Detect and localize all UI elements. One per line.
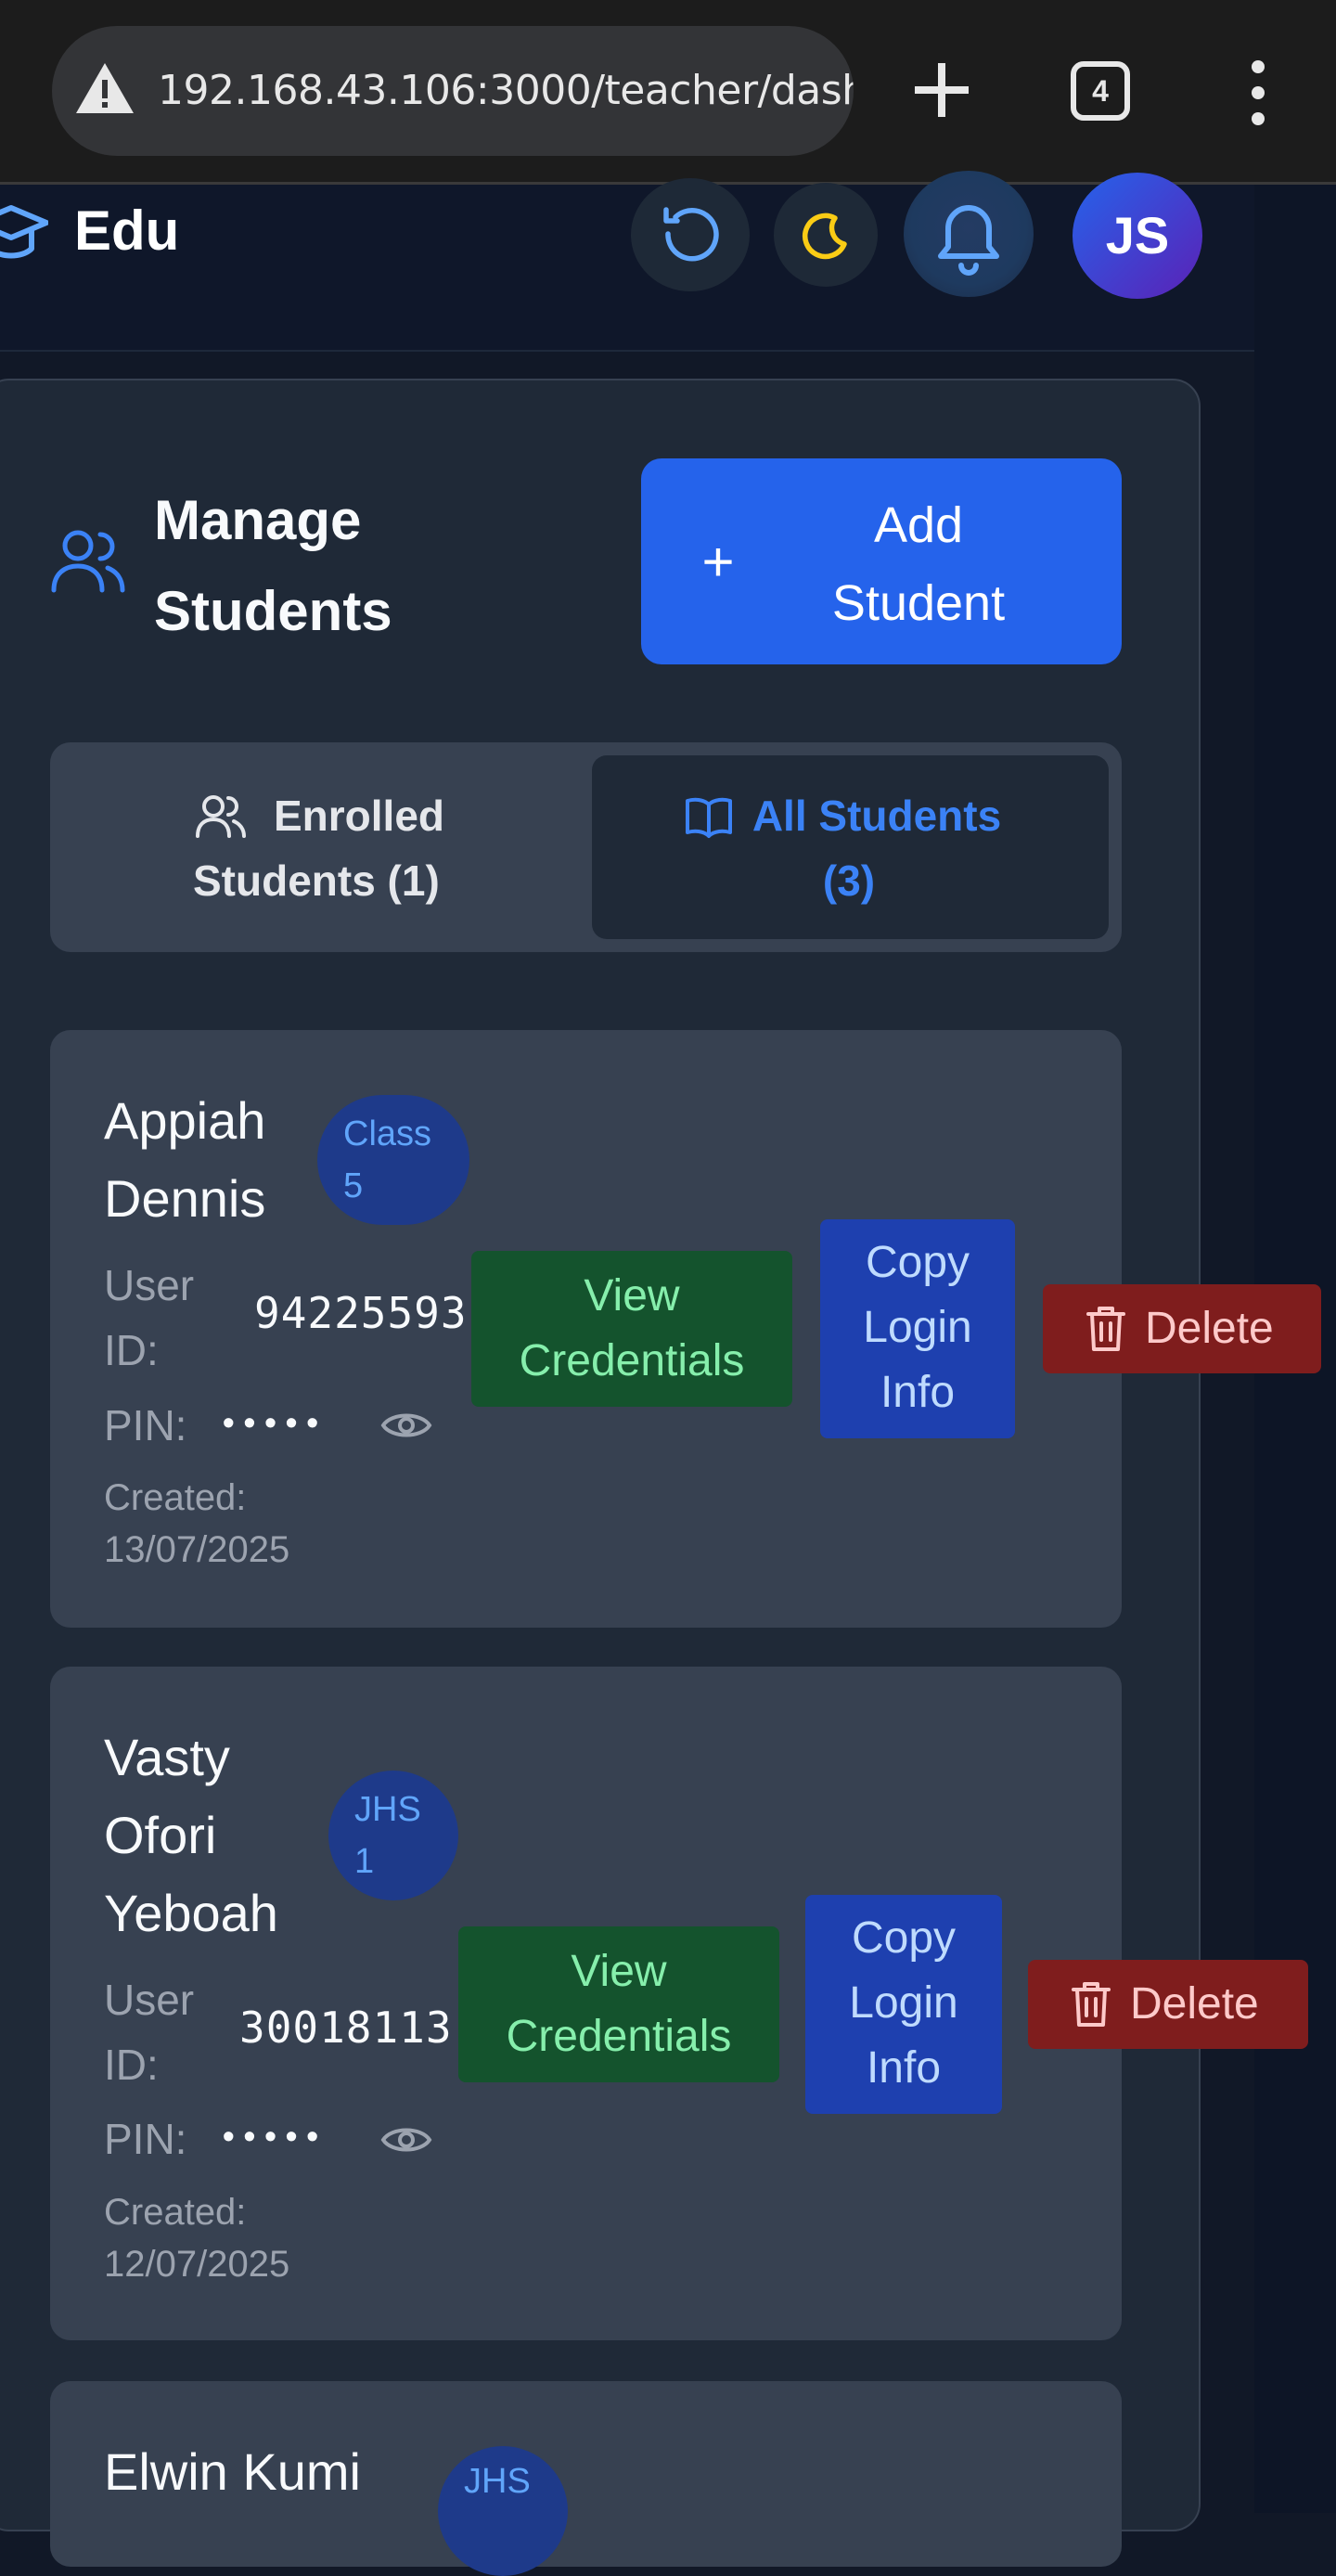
moon-icon	[802, 213, 847, 260]
url-text[interactable]: 192.168.43.106:3000/teacher/dashboard	[158, 67, 854, 114]
view-credentials-button[interactable]: View Credentials	[458, 1926, 779, 2082]
users-icon	[51, 530, 125, 593]
delete-label: Delete	[1130, 1979, 1259, 2029]
copy-login-line: Copy	[851, 1913, 957, 1963]
pin-label: PIN:	[104, 1401, 187, 1449]
header-divider	[0, 350, 1254, 352]
brand-name[interactable]: Edu	[74, 199, 179, 263]
view-credentials-button[interactable]: View Credentials	[471, 1251, 792, 1407]
copy-login-line: Login	[849, 1978, 958, 2028]
student-name: Vasty Ofori Yeboah	[104, 1719, 278, 1952]
tab-count: 4	[1092, 74, 1109, 108]
bell-icon	[938, 205, 999, 276]
user-id-label: User ID:	[104, 1253, 194, 1383]
class-badge: Class 5	[317, 1095, 469, 1225]
user-id-value: 30018113	[239, 2003, 453, 2053]
created-value: 12/07/2025	[104, 2244, 290, 2285]
created-date: Created: 12/07/2025	[104, 2186, 289, 2290]
copy-login-line: Info	[866, 2043, 942, 2093]
student-name-line: Yeboah	[104, 1884, 278, 1942]
pin-label: PIN:	[104, 2115, 187, 2163]
delete-button[interactable]: Delete	[1043, 1284, 1321, 1373]
view-credentials-line: Credentials	[519, 1336, 745, 1385]
tab-enrolled-label: Enrolled	[274, 792, 445, 840]
trash-icon	[1072, 1982, 1111, 2027]
class-badge: JHS 1	[328, 1771, 458, 1900]
delete-label: Delete	[1145, 1304, 1274, 1353]
view-credentials-line: View	[571, 1947, 667, 1996]
graduation-cap-icon	[0, 205, 48, 259]
user-id-label-line: User	[104, 1976, 195, 2024]
class-badge-line: Class	[343, 1114, 432, 1153]
class-badge-line: 5	[343, 1166, 364, 1205]
class-badge-line: JHS	[354, 1790, 421, 1829]
class-badge-line: 1	[354, 1842, 375, 1881]
student-name: Elwin Kumi	[104, 2442, 361, 2501]
student-name-line: Ofori	[104, 1806, 217, 1864]
created-value: 13/07/2025	[104, 1529, 290, 1570]
copy-login-line: Copy	[865, 1238, 970, 1287]
new-tab-icon[interactable]	[905, 48, 979, 132]
student-name-line: Appiah	[104, 1091, 266, 1150]
more-menu-icon[interactable]	[1234, 56, 1282, 130]
copy-login-info-button[interactable]: Copy Login Info	[820, 1219, 1015, 1438]
student-name-line: Vasty	[104, 1728, 230, 1786]
warning-icon[interactable]	[72, 59, 137, 117]
user-id-label: User ID:	[104, 1967, 194, 2097]
user-id-value: 94225593	[254, 1288, 468, 1338]
tab-all-label-line: All Students	[752, 792, 1002, 840]
copy-login-line: Login	[863, 1303, 972, 1352]
page-title-line: Manage	[154, 489, 362, 551]
eye-icon[interactable]	[380, 2121, 432, 2158]
copy-login-line: Info	[880, 1368, 956, 1417]
view-credentials-line: Credentials	[506, 2012, 732, 2061]
view-credentials-line: View	[584, 1271, 680, 1320]
created-label: Created:	[104, 2192, 247, 2233]
pin-masked: •••••	[223, 1403, 328, 1441]
add-student-label: Add Student	[779, 486, 1058, 642]
delete-button[interactable]: Delete	[1028, 1960, 1308, 2049]
user-id-label-line: ID:	[104, 2041, 159, 2089]
refresh-button[interactable]	[631, 178, 750, 291]
trash-icon	[1086, 1307, 1125, 1351]
tab-all-label-line: (3)	[822, 857, 876, 905]
tab-enrolled-students[interactable]: Enrolled Students (1)	[167, 783, 473, 913]
refresh-icon	[663, 207, 719, 262]
add-student-label-line: Student	[831, 575, 1006, 631]
student-name: Appiah Dennis	[104, 1082, 265, 1238]
user-avatar[interactable]: JS	[1073, 173, 1202, 299]
address-bar[interactable]: 192.168.43.106:3000/teacher/dashboard	[52, 26, 854, 156]
eye-icon[interactable]	[380, 1407, 432, 1444]
pin-masked: •••••	[223, 2117, 328, 2155]
theme-toggle-button[interactable]	[774, 183, 878, 287]
student-name-line: Dennis	[104, 1169, 266, 1228]
page-title: Manage Students	[154, 475, 469, 657]
user-id-label-line: ID:	[104, 1326, 159, 1374]
copy-login-info-button[interactable]: Copy Login Info	[805, 1895, 1002, 2114]
created-date: Created: 13/07/2025	[104, 1472, 289, 1576]
tab-switcher-button[interactable]: 4	[1071, 61, 1130, 121]
notifications-button[interactable]	[904, 171, 1034, 297]
app-header	[0, 185, 1254, 351]
plus-icon: +	[701, 531, 735, 593]
tab-enrolled-label: Students (1)	[193, 857, 440, 905]
user-id-label-line: User	[104, 1261, 195, 1309]
page-title-line: Students	[154, 580, 392, 642]
tab-all-students-label: All Students (3)	[649, 783, 1048, 913]
created-label: Created:	[104, 1477, 247, 1518]
class-badge: JHS	[438, 2446, 568, 2576]
add-student-label-line: Add	[873, 497, 964, 553]
